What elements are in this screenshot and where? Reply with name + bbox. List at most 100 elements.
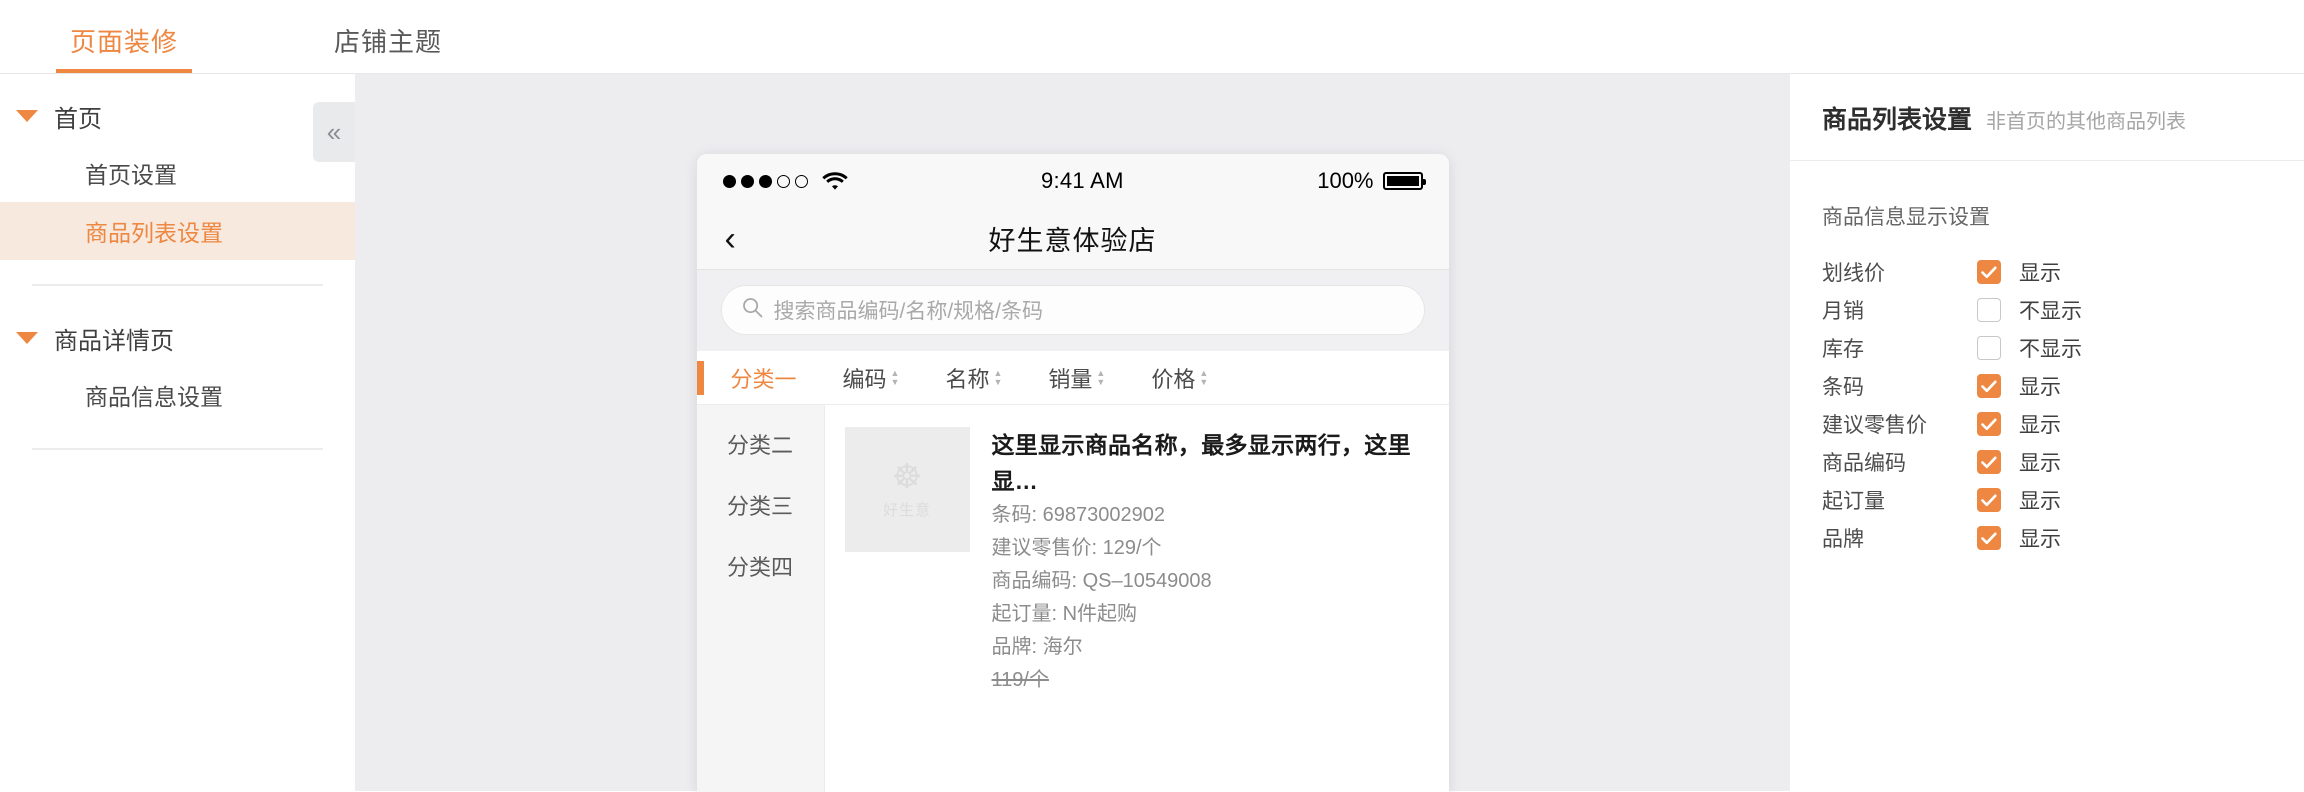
signal-strength-icon [722, 174, 808, 188]
sidebar-group-home-label: 首页 [54, 105, 102, 133]
sidebar-item-product-info-settings[interactable]: 商品信息设置 [0, 366, 355, 424]
search-placeholder: 搜索商品编码/名称/规格/条码 [773, 300, 1044, 323]
sidebar-divider [32, 284, 323, 286]
sort-tab-category-one[interactable]: 分类一 [731, 362, 797, 394]
sidebar-item-home-settings[interactable]: 首页设置 [0, 144, 355, 202]
option-label: 库存 [1822, 338, 1864, 361]
option-row-suggested-retail-price: 建议零售价 显示 [1822, 405, 2272, 443]
checkbox-brand[interactable] [1977, 526, 2001, 550]
option-row-stock: 库存 不显示 [1822, 329, 2272, 367]
settings-panel-title: 商品列表设置 [1822, 106, 1973, 134]
sort-tab-code[interactable]: 编码 ▲ ▼ [843, 362, 900, 394]
sort-tab-sales[interactable]: 销量 ▲ ▼ [1048, 362, 1105, 394]
option-state: 显示 [2019, 528, 2061, 551]
sort-arrows-icon: ▲ ▼ [1199, 367, 1209, 387]
battery-percent-label: 100% [1317, 168, 1374, 193]
chevron-down-icon [16, 332, 38, 344]
sort-tab-name-label: 名称 [945, 366, 990, 392]
double-chevron-left-icon: « [326, 116, 342, 147]
option-state: 显示 [2019, 452, 2061, 475]
sidebar-item-product-list-settings-label: 商品列表设置 [85, 220, 223, 246]
sort-tab-code-label: 编码 [842, 366, 887, 392]
option-state: 显示 [2019, 376, 2061, 399]
sort-tab-price-label: 价格 [1151, 366, 1196, 392]
top-tab-bar: 页面装修 店铺主题 [0, 0, 2304, 74]
settings-panel-subtitle: 非首页的其他商品列表 [1986, 111, 2187, 133]
phone-nav-bar: ‹ 好生意体验店 [696, 208, 1449, 270]
tab-shop-theme[interactable]: 店铺主题 [326, 22, 450, 73]
category-column: 分类二 分类三 分类四 [696, 405, 825, 792]
option-state: 显示 [2019, 490, 2061, 513]
checkbox-barcode[interactable] [1977, 374, 2001, 398]
chevron-down-icon [16, 110, 38, 122]
sidebar-group-product-detail-label: 商品详情页 [54, 327, 174, 355]
product-strike-price: 119/个 [991, 669, 1049, 691]
checkbox-monthly-sales[interactable] [1977, 298, 2001, 322]
sidebar-item-product-list-settings[interactable]: 商品列表设置 [0, 202, 355, 260]
product-barcode: 条码: 69873002902 [991, 504, 1165, 526]
back-arrow-icon[interactable]: ‹ [725, 222, 736, 256]
option-label: 品牌 [1822, 528, 1864, 551]
option-label: 建议零售价 [1822, 414, 1927, 437]
option-row-min-order-qty: 起订量 显示 [1822, 481, 2272, 519]
product-min-order: 起订量: N件起购 [991, 603, 1138, 625]
product-code: 商品编码: QS–10549008 [991, 570, 1212, 592]
sidebar-item-home-settings-label: 首页设置 [85, 162, 177, 188]
sidebar-group-home[interactable]: 首页 [0, 88, 355, 144]
product-list: ☸ 好生意 这里显示商品名称，最多显示两行，这里显… 条码: 698730029… [825, 405, 1449, 792]
checkbox-product-code[interactable] [1977, 450, 2001, 474]
option-row-product-code: 商品编码 显示 [1822, 443, 2272, 481]
product-info[interactable]: 这里显示商品名称，最多显示两行，这里显… 条码: 69873002902 建议零… [992, 427, 1429, 792]
sidebar-item-product-info-settings-label: 商品信息设置 [85, 384, 223, 410]
status-battery-group: 100% [1317, 168, 1426, 194]
sidebar: 首页 首页设置 商品列表设置 商品详情页 商品信息设置 « [0, 74, 355, 791]
sort-tab-price[interactable]: 价格 ▲ ▼ [1151, 362, 1208, 394]
checkbox-strike-price[interactable] [1977, 260, 2001, 284]
category-item-label: 分类四 [726, 554, 793, 580]
option-state: 显示 [2019, 414, 2061, 437]
search-input[interactable]: 搜索商品编码/名称/规格/条码 [720, 285, 1425, 335]
option-state: 显示 [2019, 262, 2061, 285]
category-item[interactable]: 分类三 [697, 474, 824, 535]
option-label: 月销 [1822, 300, 1864, 323]
wifi-icon [821, 171, 848, 191]
option-row-brand: 品牌 显示 [1822, 519, 2272, 557]
phone-preview: 9:41 AM 100% ‹ 好生意体验店 搜索商品编码/名称/规格/条码 分类… [696, 154, 1449, 792]
tab-page-decoration[interactable]: 页面装修 [55, 22, 193, 73]
sort-tab-sales-label: 销量 [1048, 366, 1093, 392]
checkbox-suggested-retail-price[interactable] [1977, 412, 2001, 436]
option-label: 起订量 [1822, 490, 1885, 513]
option-label: 商品编码 [1822, 452, 1906, 475]
preview-canvas: 9:41 AM 100% ‹ 好生意体验店 搜索商品编码/名称/规格/条码 分类… [355, 74, 1790, 792]
option-state: 不显示 [2019, 338, 2082, 361]
sort-tab-category-one-label: 分类一 [730, 366, 797, 392]
sort-arrows-icon: ▲ ▼ [1096, 367, 1106, 387]
battery-icon [1382, 172, 1426, 190]
category-item-label: 分类三 [726, 493, 793, 519]
option-label: 条码 [1822, 376, 1864, 399]
option-state: 不显示 [2019, 300, 2082, 323]
settings-panel-header: 商品列表设置 非首页的其他商品列表 [1790, 74, 2304, 161]
product-brand: 品牌: 海尔 [991, 636, 1083, 658]
sidebar-collapse-button[interactable]: « [313, 102, 355, 162]
phone-list-area: 分类二 分类三 分类四 ☸ 好生意 这里显示商品名称，最多显示两行，这里显… 条… [696, 405, 1449, 792]
checkbox-min-order-qty[interactable] [1977, 488, 2001, 512]
sidebar-group-product-detail[interactable]: 商品详情页 [0, 310, 355, 366]
product-name: 这里显示商品名称，最多显示两行，这里显… [991, 432, 1411, 494]
status-time: 9:41 AM [1040, 168, 1124, 193]
tab-page-decoration-label: 页面装修 [70, 27, 179, 57]
category-item[interactable]: 分类二 [697, 413, 824, 474]
sort-tab-name[interactable]: 名称 ▲ ▼ [945, 362, 1002, 394]
option-row-monthly-sales: 月销 不显示 [1822, 291, 2272, 329]
sort-arrows-icon: ▲ ▼ [993, 367, 1003, 387]
phone-nav-title: 好生意体验店 [988, 226, 1157, 256]
option-row-barcode: 条码 显示 [1822, 367, 2272, 405]
search-icon [742, 297, 763, 323]
settings-section-label: 商品信息显示设置 [1822, 206, 1990, 229]
option-row-strike-price: 划线价 显示 [1822, 253, 2272, 291]
phone-status-bar: 9:41 AM 100% [696, 154, 1449, 208]
category-item[interactable]: 分类四 [697, 535, 824, 596]
checkbox-stock[interactable] [1977, 336, 2001, 360]
phone-sort-bar: 分类一 编码 ▲ ▼ 名称 ▲ ▼ 销量 ▲ ▼ 价格 ▲ ▼ [696, 351, 1449, 405]
category-item-label: 分类二 [726, 432, 793, 458]
